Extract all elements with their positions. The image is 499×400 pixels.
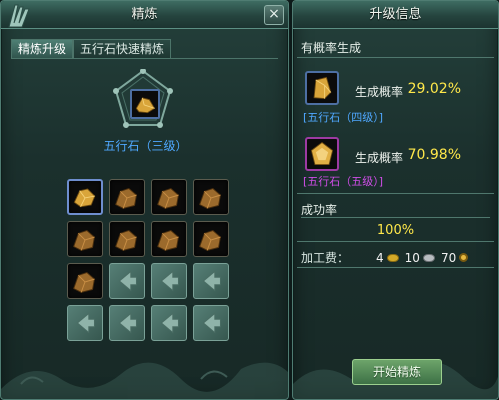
target-item-label: 五行石（三级） [103, 139, 188, 153]
material-slot[interactable] [109, 179, 145, 215]
five-element-stone-icon [115, 229, 137, 251]
material-slot[interactable] [151, 179, 187, 215]
refine-panel: 精炼 × 精炼升级 五行石快速精炼 五行石（三级） [0, 0, 289, 400]
five-element-stone-icon [199, 229, 221, 251]
five-element-stone-icon [73, 271, 95, 293]
material-slot[interactable] [67, 179, 103, 215]
fee-bottom-divider [297, 267, 494, 268]
upgrade-info-panel: 升级信息 有概率生成 生成概率 29.02% [五行石（四级）] 生成概率 70… [292, 0, 499, 400]
result-1-item-name[interactable]: [五行石（四级）] [303, 109, 383, 125]
possible-results-label: 有概率生成 [301, 41, 362, 55]
empty-slot-arrow-icon [160, 270, 179, 292]
tab-quick-refine[interactable]: 五行石快速精炼 [73, 39, 172, 59]
fee-label: 加工费： [301, 251, 350, 265]
five-element-stone-icon [157, 229, 179, 251]
result-2-rate-value: 70.98% [407, 147, 461, 163]
refine-title: 精炼 [131, 7, 158, 22]
fee-gold-amount: 4 [376, 250, 384, 265]
game-logo-icon [8, 4, 30, 28]
close-button[interactable]: × [264, 5, 284, 25]
silver-coin-icon [422, 253, 435, 262]
target-item-slot[interactable] [130, 89, 160, 119]
empty-slot-arrow-icon [118, 270, 137, 292]
success-rate-label: 成功率 [301, 203, 338, 217]
result-1-rate-value: 29.02% [407, 81, 461, 97]
result-2-item-name[interactable]: [五行石（五级）] [303, 173, 383, 189]
upgrade-info-title: 升级信息 [369, 7, 422, 22]
fee-copper-amount: 70 [440, 250, 457, 265]
results-divider [297, 57, 494, 58]
fee-row: 加工费： 4 10 70 [301, 249, 471, 266]
five-element-stone-icon [73, 229, 95, 251]
start-refine-button[interactable]: 开始精炼 [352, 359, 442, 385]
five-element-stone-icon [199, 187, 221, 209]
cloud-decoration-icon [1, 362, 288, 399]
section-divider [297, 193, 494, 194]
refine-titlebar: 精炼 [1, 1, 288, 29]
close-icon: × [268, 6, 280, 22]
tab-refine-upgrade[interactable]: 精炼升级 [11, 39, 74, 59]
material-slot[interactable] [193, 179, 229, 215]
success-divider [301, 217, 490, 218]
copper-coin-icon [459, 253, 469, 262]
empty-material-slot[interactable] [109, 263, 145, 299]
five-element-stone-icon [73, 188, 96, 208]
material-slot[interactable] [67, 263, 103, 299]
material-slot[interactable] [151, 221, 187, 257]
five-element-stone-icon [135, 97, 156, 114]
gold-coin-icon [386, 253, 399, 262]
material-slot[interactable] [109, 221, 145, 257]
success-rate-value: 100% [376, 223, 415, 238]
tab-divider [11, 58, 278, 59]
five-element-stone-icon [115, 187, 137, 209]
material-slot[interactable] [193, 221, 229, 257]
upgrade-info-titlebar: 升级信息 [293, 1, 498, 29]
five-element-stone-icon [313, 76, 332, 100]
empty-slot-arrow-icon [202, 270, 221, 292]
refine-tabs: 精炼升级 五行石快速精炼 [11, 39, 172, 59]
result-item-slot-2[interactable] [305, 137, 339, 171]
result-item-slot-1[interactable] [305, 71, 339, 105]
five-element-stone-icon [157, 187, 179, 209]
fee-silver-amount: 10 [404, 250, 420, 265]
fee-divider [297, 241, 494, 242]
result-1-rate-label: 生成概率 [355, 85, 404, 99]
material-slot[interactable] [67, 221, 103, 257]
empty-material-slot[interactable] [151, 263, 187, 299]
five-element-stone-icon [310, 141, 334, 166]
result-2-rate-label: 生成概率 [355, 151, 404, 165]
empty-material-slot[interactable] [193, 263, 229, 299]
